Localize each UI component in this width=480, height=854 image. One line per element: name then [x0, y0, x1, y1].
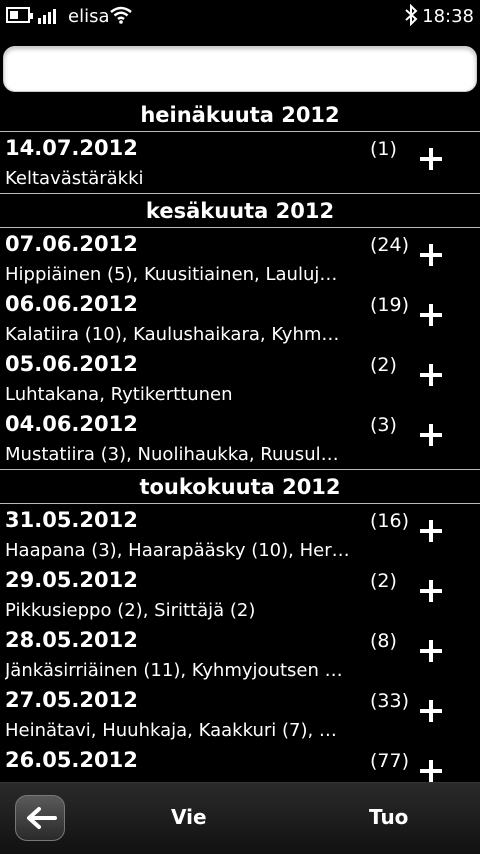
bottom-toolbar: Vie Tuo — [0, 782, 480, 854]
entry-date: 14.07.2012 — [5, 136, 138, 160]
entry-count: (19) — [370, 294, 410, 316]
list-item[interactable]: 05.06.2012 (2) Luhtakana, Rytikerttunen — [0, 348, 480, 408]
plus-icon[interactable] — [420, 580, 442, 602]
bluetooth-icon — [405, 4, 418, 26]
entry-count: (16) — [370, 510, 410, 532]
list-item[interactable]: 26.05.2012 (77) — [0, 744, 480, 782]
entry-date: 29.05.2012 — [5, 568, 138, 592]
entry-count: (1) — [370, 138, 397, 160]
entry-date: 06.06.2012 — [5, 292, 138, 316]
entry-count: (8) — [370, 630, 397, 652]
entry-count: (33) — [370, 690, 410, 712]
plus-icon[interactable] — [420, 364, 442, 386]
entry-count: (77) — [370, 750, 410, 772]
entry-count: (3) — [370, 414, 397, 436]
entry-count: (24) — [370, 234, 410, 256]
entry-date: 31.05.2012 — [5, 508, 138, 532]
entry-date: 04.06.2012 — [5, 412, 138, 436]
plus-icon[interactable] — [420, 760, 442, 782]
carrier-name: elisa — [68, 6, 110, 27]
list-item[interactable]: 28.05.2012 (8) Jänkäsirriäinen (11), Kyh… — [0, 624, 480, 684]
entry-species: Kalatiira (10), Kaulushaikara, Kyhm… — [5, 324, 340, 345]
export-button[interactable]: Vie — [171, 805, 207, 829]
wifi-icon — [110, 6, 132, 24]
entry-species: Haapana (3), Haarapääsky (10), Her… — [5, 540, 350, 561]
entry-species: Pikkusieppo (2), Sirittäjä (2) — [5, 600, 256, 621]
entry-species: Hippiäinen (5), Kuusitiainen, Lauluj… — [5, 264, 338, 285]
plus-icon[interactable] — [420, 700, 442, 722]
entry-species: Heinätavi, Huuhkaja, Kaakkuri (7), … — [5, 720, 337, 741]
month-header: kesäkuuta 2012 — [0, 194, 480, 228]
list-item[interactable]: 04.06.2012 (3) Mustatiira (3), Nuolihauk… — [0, 408, 480, 468]
plus-icon[interactable] — [420, 424, 442, 446]
entry-date: 26.05.2012 — [5, 748, 138, 772]
plus-icon[interactable] — [420, 640, 442, 662]
observation-list[interactable]: heinäkuuta 2012 14.07.2012 (1) Keltaväst… — [0, 98, 480, 782]
screen: elisa 18:38 heinäkuuta 2012 14.07.2012 (… — [0, 0, 480, 854]
plus-icon[interactable] — [420, 148, 442, 170]
list-item[interactable]: 27.05.2012 (33) Heinätavi, Huuhkaja, Kaa… — [0, 684, 480, 744]
entry-species: Jänkäsirriäinen (11), Kyhmyjoutsen … — [5, 660, 343, 681]
battery-icon — [6, 7, 33, 23]
entry-species: Keltavästäräkki — [5, 168, 144, 189]
plus-icon[interactable] — [420, 304, 442, 326]
entry-date: 27.05.2012 — [5, 688, 138, 712]
entry-date: 07.06.2012 — [5, 232, 138, 256]
search-input[interactable] — [3, 46, 477, 92]
back-button[interactable] — [15, 795, 65, 841]
list-item[interactable]: 29.05.2012 (2) Pikkusieppo (2), Sirittäj… — [0, 564, 480, 624]
clock: 18:38 — [422, 6, 474, 27]
plus-icon[interactable] — [420, 520, 442, 542]
entry-date: 05.06.2012 — [5, 352, 138, 376]
list-item[interactable]: 14.07.2012 (1) Keltavästäräkki — [0, 132, 480, 192]
entry-count: (2) — [370, 354, 397, 376]
import-button[interactable]: Tuo — [369, 805, 408, 829]
entry-count: (2) — [370, 570, 397, 592]
list-item[interactable]: 06.06.2012 (19) Kalatiira (10), Kaulusha… — [0, 288, 480, 348]
entry-date: 28.05.2012 — [5, 628, 138, 652]
list-item[interactable]: 07.06.2012 (24) Hippiäinen (5), Kuusitia… — [0, 228, 480, 288]
month-header: toukokuuta 2012 — [0, 470, 480, 504]
status-bar: elisa 18:38 — [0, 0, 480, 34]
entry-species: Luhtakana, Rytikerttunen — [5, 384, 233, 405]
plus-icon[interactable] — [420, 244, 442, 266]
signal-strength-icon — [38, 8, 62, 24]
entry-species: Mustatiira (3), Nuolihaukka, Ruusul… — [5, 444, 339, 465]
month-header: heinäkuuta 2012 — [0, 98, 480, 132]
back-arrow-icon — [27, 807, 57, 829]
list-item[interactable]: 31.05.2012 (16) Haapana (3), Haarapääsky… — [0, 504, 480, 564]
